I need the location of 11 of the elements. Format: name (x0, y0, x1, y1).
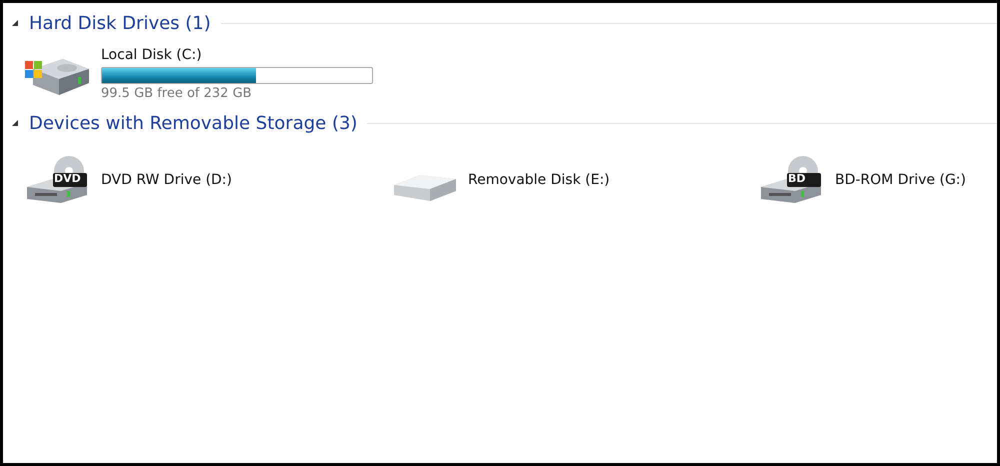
drive-name[interactable]: BD-ROM Drive (G:) (835, 172, 966, 188)
free-space-text: 99.5 GB free of 232 GB (101, 86, 253, 101)
disc-label: BD (788, 172, 806, 185)
drive-name[interactable]: DVD RW Drive (D:) (101, 172, 232, 188)
disc-label: DVD (54, 172, 81, 185)
group-title: Hard Disk Drives (1) (29, 12, 211, 34)
group-title: Devices with Removable Storage (3) (29, 112, 358, 134)
drive-name[interactable]: Removable Disk (E:) (468, 172, 610, 188)
expand-arrow-icon[interactable] (11, 119, 19, 127)
expand-arrow-icon[interactable] (11, 19, 19, 27)
drive-name[interactable]: Local Disk (C:) (101, 47, 373, 63)
